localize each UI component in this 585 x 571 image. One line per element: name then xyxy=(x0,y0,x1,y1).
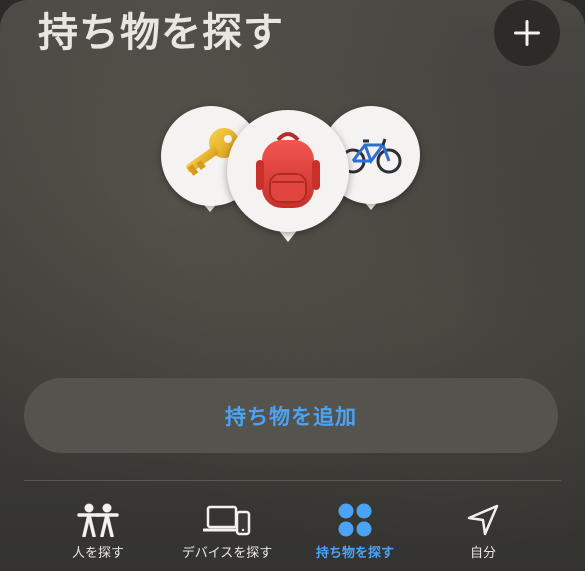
backpack-icon xyxy=(256,132,320,208)
tab-items-label: 持ち物を探す xyxy=(315,546,394,561)
tab-items[interactable]: 持ち物を探す xyxy=(290,500,420,566)
tab-people[interactable]: 人を探す xyxy=(33,500,163,566)
location-arrow-icon xyxy=(467,504,499,536)
page-title: 持ち物を探す xyxy=(38,10,284,56)
add-button[interactable] xyxy=(494,0,560,66)
devices-icon xyxy=(203,505,251,536)
add-item-button[interactable]: 持ち物を追加 xyxy=(24,378,558,453)
tab-people-label: 人を探す xyxy=(71,546,124,561)
people-icon xyxy=(77,503,119,537)
tab-bar-divider xyxy=(24,480,561,481)
tab-me-label: 自分 xyxy=(469,546,496,561)
tab-devices[interactable]: デバイスを探す xyxy=(162,500,292,566)
items-icon xyxy=(338,503,372,537)
items-sheet: 持ち物を探す 持ち物を追加 人を探す デバイスを探す 持ち物を探す 自分 xyxy=(0,0,585,571)
add-item-label: 持ち物を追加 xyxy=(225,404,357,429)
tab-me[interactable]: 自分 xyxy=(418,500,548,566)
tab-devices-label: デバイスを探す xyxy=(181,546,273,561)
plus-icon xyxy=(514,20,540,46)
